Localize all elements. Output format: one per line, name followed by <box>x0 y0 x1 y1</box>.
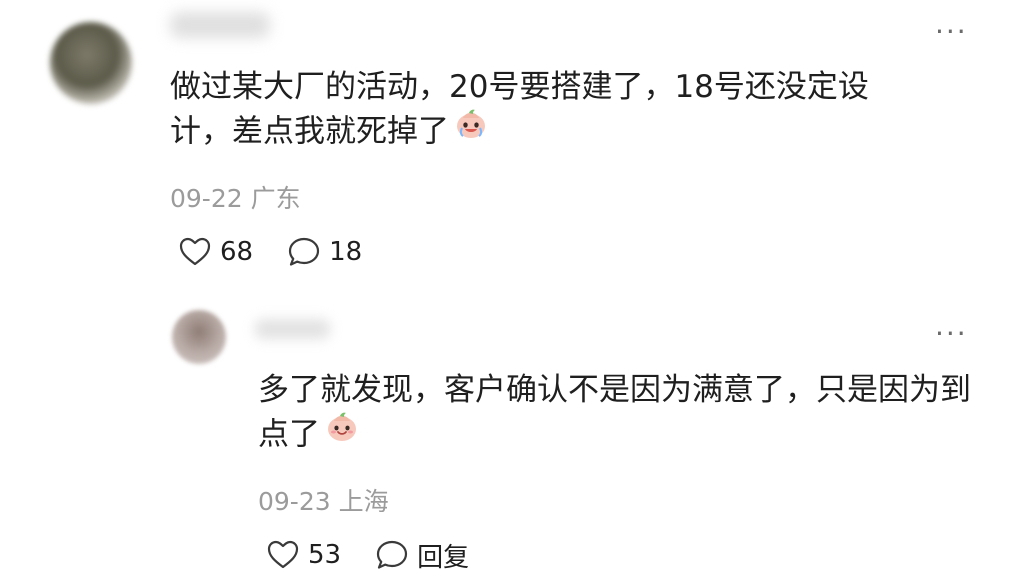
reply-text: 多了就发现，客户确认不是因为满意了，只是因为到点了 <box>258 369 978 460</box>
reply-label: 回复 <box>417 542 470 573</box>
heart-icon <box>266 540 308 570</box>
like-button[interactable]: 53 <box>266 540 341 570</box>
like-button[interactable]: 68 <box>178 237 253 267</box>
comment-date: 09-22 <box>170 184 243 213</box>
reply-location: 上海 <box>338 487 389 516</box>
smiling-face-emoji-icon <box>324 409 360 457</box>
crying-face-emoji-icon <box>453 106 489 154</box>
comment-bubble-icon <box>375 539 417 571</box>
comment: ··· 做过某大厂的活动，20号要搭建了，18号还没定设计，差点我就死掉了 09… <box>0 0 1024 285</box>
like-count: 53 <box>308 540 342 570</box>
comment-meta: 09-22 广东 <box>170 179 301 215</box>
more-options-icon[interactable]: ··· <box>935 18 968 46</box>
reply-button[interactable]: 回复 <box>375 537 469 574</box>
comment-body: 做过某大厂的活动，20号要搭建了，18号还没定设计，差点我就死掉了 <box>170 69 869 150</box>
reply-count-button[interactable]: 18 <box>287 236 362 268</box>
reply-meta: 09-23 上海 <box>258 482 389 518</box>
reply-comment: ··· 多了就发现，客户确认不是因为满意了，只是因为到点了 09-23 上海 5… <box>0 285 1024 585</box>
username-blurred[interactable] <box>255 319 330 339</box>
comment-text: 做过某大厂的活动，20号要搭建了，18号还没定设计，差点我就死掉了 <box>170 66 930 157</box>
username-blurred[interactable] <box>170 12 270 38</box>
comment-location: 广东 <box>250 184 301 213</box>
avatar[interactable] <box>50 22 132 104</box>
comment-bubble-icon <box>287 236 329 268</box>
avatar[interactable] <box>172 310 226 364</box>
like-count: 68 <box>220 237 254 267</box>
heart-icon <box>178 237 220 267</box>
reply-count: 18 <box>329 237 363 267</box>
reply-body: 多了就发现，客户确认不是因为满意了，只是因为到点了 <box>258 372 971 453</box>
comment-actions: 68 18 <box>178 232 396 272</box>
reply-actions: 53 回复 <box>266 535 503 575</box>
reply-date: 09-23 <box>258 487 331 516</box>
more-options-icon[interactable]: ··· <box>935 320 968 348</box>
